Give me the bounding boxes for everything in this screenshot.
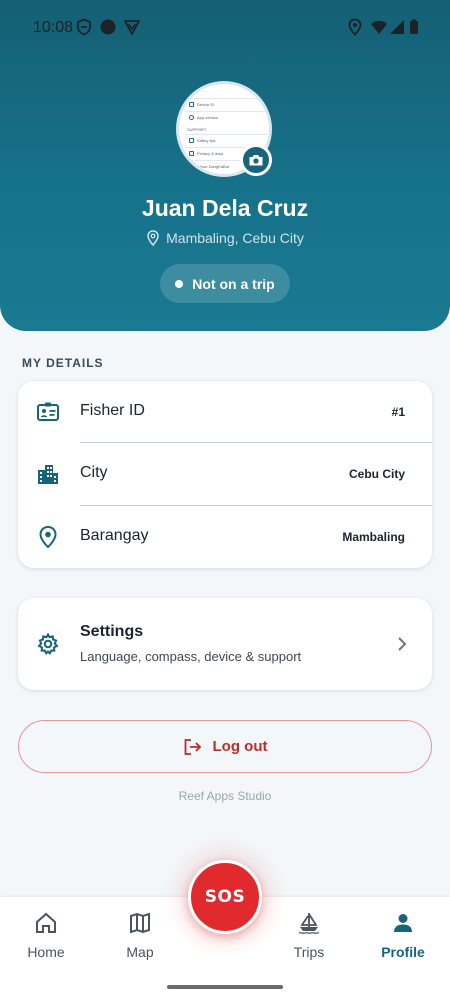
nav-item-home[interactable]: Home — [1, 897, 91, 977]
profile-icon — [394, 914, 412, 932]
detail-label: Fisher ID — [80, 402, 145, 419]
detail-row-city: City Cebu City — [18, 443, 432, 505]
map-icon — [130, 912, 150, 934]
detail-label: City — [80, 464, 108, 481]
map-pin-icon — [39, 525, 57, 549]
boat-icon — [298, 913, 320, 934]
avatar-preview-text: · · · · · · — [193, 89, 207, 94]
profile-location-text: Mambaling, Cebu City — [166, 230, 304, 246]
detail-value: Mambaling — [342, 530, 405, 544]
footer-credit: Reef Apps Studio — [178, 789, 272, 803]
signal-icon — [390, 20, 404, 34]
map-pin-icon — [147, 230, 159, 246]
settings-title: Settings — [80, 623, 144, 640]
detail-label: Barangay — [80, 527, 149, 544]
settings-button[interactable]: Settings Language, compass, device & sup… — [18, 598, 432, 690]
detail-value: Cebu City — [348, 467, 405, 481]
section-title-my-details: MY DETAILS — [22, 356, 104, 370]
gear-icon — [37, 632, 59, 655]
settings-subtitle: Language, compass, device & support — [80, 649, 302, 664]
camera-icon — [249, 155, 263, 166]
nav-label: Profile — [381, 944, 425, 960]
profile-name: Juan Dela Cruz — [141, 195, 309, 221]
nav-label: Trips — [293, 944, 325, 960]
logout-label: Log out — [212, 738, 268, 755]
details-card: Fisher ID #1 City Cebu City Barangay Mam… — [18, 381, 432, 568]
nav-label: Home — [27, 944, 65, 960]
chevron-right-icon — [398, 637, 407, 651]
logout-icon — [184, 738, 201, 755]
status-bar: 10:08 — [0, 0, 450, 56]
shield-icon — [77, 18, 91, 36]
nav-label: Map — [126, 944, 154, 960]
nav-item-profile[interactable]: Profile — [358, 897, 448, 977]
location-icon — [348, 18, 362, 36]
wifi-icon — [371, 20, 387, 34]
id-card-icon — [37, 402, 59, 421]
change-photo-button[interactable] — [240, 144, 272, 176]
detail-value: #1 — [391, 405, 405, 419]
trip-status-badge: Not on a trip — [160, 264, 290, 303]
trip-status-dot — [175, 279, 184, 288]
detail-row-barangay: Barangay Mambaling — [18, 506, 432, 568]
logout-button[interactable]: Log out — [18, 720, 432, 773]
profile-header: 10:08 · · · · · · Device ID App version … — [0, 0, 450, 331]
home-indicator[interactable] — [167, 985, 283, 989]
detail-row-fisher-id: Fisher ID #1 — [18, 381, 432, 443]
sos-button[interactable]: SOS — [188, 860, 262, 934]
city-buildings-icon — [38, 465, 58, 484]
vpn-icon — [123, 20, 141, 36]
battery-icon — [410, 19, 418, 34]
profile-location: Mambaling, Cebu City — [0, 230, 450, 246]
dot-icon — [100, 19, 116, 35]
status-time: 10:08 — [33, 19, 74, 36]
trip-status-text: Not on a trip — [192, 275, 275, 292]
home-icon — [36, 912, 56, 933]
